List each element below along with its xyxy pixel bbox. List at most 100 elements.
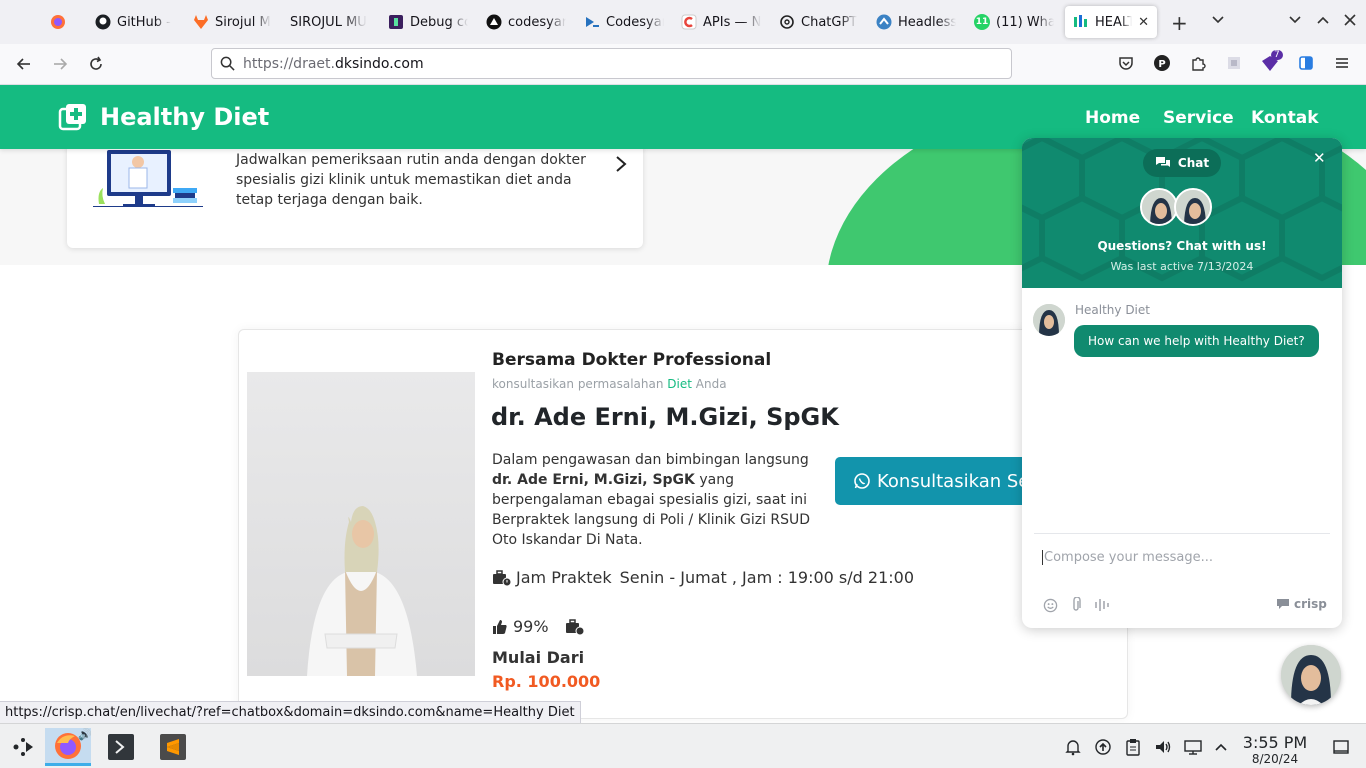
emoji-icon[interactable] bbox=[1042, 597, 1058, 613]
volume-icon[interactable] bbox=[1153, 737, 1173, 757]
tab-sirojul[interactable]: SIROJUL MU bbox=[290, 6, 370, 38]
debug-icon bbox=[388, 14, 404, 30]
crisp-logo-icon bbox=[1276, 598, 1290, 610]
tab-codesandbox[interactable]: codesyar bbox=[486, 6, 566, 38]
chat-close-icon[interactable]: ✕ bbox=[1313, 149, 1326, 167]
nav-service[interactable]: Service bbox=[1163, 108, 1234, 128]
operator-avatar bbox=[1174, 188, 1212, 226]
tab-healthy-diet[interactable]: HEALT ✕ bbox=[1065, 6, 1157, 38]
subheading-highlight: Diet bbox=[667, 377, 692, 391]
tab-title: Debug cc bbox=[410, 14, 468, 30]
price-label: Mulai Dari bbox=[492, 648, 585, 667]
tab-whatsapp[interactable]: 11 (11) Wha bbox=[974, 6, 1054, 38]
screenshot-extension-icon[interactable] bbox=[1224, 53, 1244, 73]
tab-gitlab[interactable]: Sirojul M bbox=[193, 6, 271, 38]
clock-date: 8/20/24 bbox=[1251, 752, 1299, 766]
clipboard-icon[interactable] bbox=[1123, 737, 1143, 757]
purple-extension-icon[interactable]: 7 bbox=[1260, 50, 1283, 73]
apis-icon bbox=[681, 14, 697, 30]
tab-list-chevron-icon[interactable] bbox=[1211, 12, 1225, 31]
chat-launcher-avatar[interactable] bbox=[1281, 645, 1341, 705]
whatsapp-icon bbox=[853, 472, 871, 490]
speaker-icon: 🔊 bbox=[78, 728, 92, 741]
doctor-computer-illustration bbox=[93, 148, 203, 208]
pocket-icon[interactable] bbox=[1116, 53, 1136, 73]
url-domain: dksindo.com bbox=[334, 55, 424, 72]
attachment-icon[interactable] bbox=[1068, 597, 1084, 613]
powershell-icon bbox=[584, 14, 600, 30]
taskbar-terminal[interactable] bbox=[98, 728, 144, 766]
url-scheme: https://draet. bbox=[243, 55, 335, 72]
codesandbox-icon bbox=[486, 14, 502, 30]
subheading-suffix: Anda bbox=[695, 377, 727, 391]
consult-whatsapp-button[interactable]: Konsultasikan Se bbox=[835, 457, 1035, 505]
svg-text:P: P bbox=[1158, 59, 1165, 70]
close-icon[interactable]: ✕ bbox=[1138, 15, 1149, 30]
profile-extension-icon[interactable]: P bbox=[1152, 53, 1172, 73]
practice-hours-value: Senin - Jumat , Jam : 19:00 s/d 21:00 bbox=[619, 568, 914, 587]
extensions-puzzle-icon[interactable] bbox=[1188, 53, 1208, 73]
github-icon bbox=[95, 14, 111, 30]
site-brand[interactable]: Healthy Diet bbox=[58, 102, 269, 132]
tab-title: Sirojul M bbox=[215, 14, 271, 30]
chevron-right-icon[interactable] bbox=[615, 154, 627, 178]
doctor-photo bbox=[247, 372, 475, 676]
back-arrow-icon[interactable] bbox=[13, 53, 35, 75]
crisp-brand-label: crisp bbox=[1294, 597, 1327, 611]
show-desktop-icon[interactable] bbox=[1331, 737, 1351, 757]
crisp-branding[interactable]: crisp bbox=[1276, 597, 1327, 611]
tab-firefox-view[interactable] bbox=[50, 6, 72, 38]
tab-title: codesyar bbox=[508, 14, 566, 30]
tab-headless[interactable]: Headless bbox=[876, 6, 956, 38]
tab-title: ChatGPT bbox=[801, 14, 858, 30]
forward-arrow-icon[interactable] bbox=[49, 53, 71, 75]
crisp-chatbox: Chat ✕ Questions? Chat with us! Was last… bbox=[1022, 138, 1342, 628]
minimize-window-icon[interactable] bbox=[1288, 12, 1302, 31]
message-avatar bbox=[1033, 304, 1065, 336]
tab-title: (11) Wha bbox=[996, 14, 1054, 30]
tab-apis[interactable]: APIs — N bbox=[681, 6, 761, 38]
tab-chatgpt[interactable]: ChatGPT bbox=[779, 6, 859, 38]
doctor-description: Dalam pengawasan dan bimbingan langsung … bbox=[492, 450, 817, 550]
tab-debug[interactable]: Debug cc bbox=[388, 6, 468, 38]
maximize-window-icon[interactable] bbox=[1316, 12, 1330, 31]
blue-extension-icon[interactable] bbox=[1296, 53, 1316, 73]
new-tab-icon[interactable]: + bbox=[1171, 11, 1188, 35]
tab-github[interactable]: GitHub - bbox=[95, 6, 175, 38]
extension-badge: 7 bbox=[1271, 50, 1283, 60]
audio-wave-icon[interactable] bbox=[1094, 597, 1110, 613]
medical-plus-icon bbox=[58, 102, 88, 132]
taskbar-sublime-text[interactable] bbox=[150, 728, 196, 766]
notifications-icon[interactable] bbox=[1063, 737, 1083, 757]
firefox-icon bbox=[50, 14, 66, 30]
taskbar-firefox[interactable]: 🔊 bbox=[45, 728, 92, 766]
practice-hours: Jam Praktek Senin - Jumat , Jam : 19:00 … bbox=[492, 568, 914, 587]
app-launcher-icon[interactable] bbox=[0, 728, 46, 766]
update-icon[interactable] bbox=[1093, 737, 1113, 757]
url-bar[interactable]: https://draet. dksindo.com bbox=[211, 48, 1012, 79]
whatsapp-icon: 11 bbox=[974, 14, 990, 30]
brand-name: Healthy Diet bbox=[100, 103, 270, 131]
tab-title: SIROJUL MU bbox=[290, 14, 367, 30]
reload-icon[interactable] bbox=[85, 53, 107, 75]
nav-home[interactable]: Home bbox=[1085, 108, 1140, 128]
close-window-icon[interactable] bbox=[1343, 12, 1357, 31]
hamburger-menu-icon[interactable] bbox=[1332, 53, 1352, 73]
tab-codesyar[interactable]: Codesyar bbox=[584, 6, 664, 38]
compose-input[interactable]: Compose your message... bbox=[1042, 550, 1213, 565]
section-heading: Bersama Dokter Professional bbox=[492, 350, 772, 370]
healthy-diet-icon bbox=[1073, 14, 1089, 30]
tray-expand-chevron-icon[interactable] bbox=[1211, 737, 1231, 757]
briefcase-clock-icon bbox=[565, 618, 585, 636]
section-subheading: konsultasikan permasalahan Diet Anda bbox=[492, 377, 727, 391]
system-clock[interactable]: 3:55 PM 8/20/24 bbox=[1240, 733, 1310, 766]
chat-tab-pill[interactable]: Chat bbox=[1143, 149, 1221, 177]
link-status-bar: https://crisp.chat/en/livechat/?ref=chat… bbox=[0, 701, 581, 723]
nav-kontak[interactable]: Kontak bbox=[1251, 108, 1319, 128]
network-icon[interactable] bbox=[1183, 737, 1203, 757]
rating-row: 99% bbox=[492, 617, 585, 636]
tab-title: HEALT bbox=[1095, 14, 1133, 30]
compose-divider bbox=[1034, 533, 1330, 534]
browser-tab-bar: GitHub - Sirojul M SIROJUL MU Debug cc c… bbox=[0, 0, 1366, 44]
gitlab-icon bbox=[193, 14, 209, 30]
